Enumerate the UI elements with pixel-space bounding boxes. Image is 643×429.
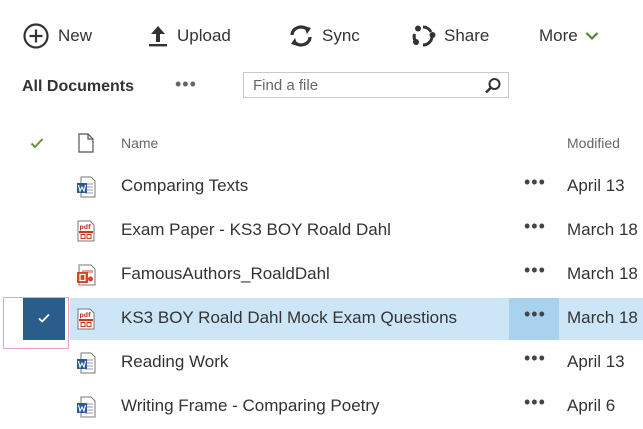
sync-button[interactable]: Sync — [288, 22, 360, 50]
table-row[interactable]: Reading Work ••• April 13 — [0, 341, 643, 385]
chevron-down-icon — [585, 31, 599, 41]
upload-label: Upload — [177, 26, 231, 45]
modified-date: April 13 — [567, 176, 625, 195]
file-name-link[interactable]: Exam Paper - KS3 BOY Roald Dahl — [121, 220, 391, 240]
word-icon — [76, 352, 96, 374]
modified-date: March 18 — [567, 220, 638, 239]
more-label: More — [539, 26, 578, 45]
select-all-check-icon[interactable] — [30, 136, 44, 154]
column-header-modified[interactable]: Modified — [567, 135, 620, 151]
row-more-options[interactable]: ••• — [524, 260, 546, 281]
powerpoint-icon — [76, 264, 96, 286]
upload-arrow-icon — [147, 24, 169, 48]
file-name-link[interactable]: Reading Work — [121, 352, 228, 372]
row-more-options[interactable]: ••• — [524, 348, 546, 369]
word-icon — [76, 176, 96, 198]
file-name-link[interactable]: Writing Frame - Comparing Poetry — [121, 396, 380, 416]
table-row[interactable]: FamousAuthors_RoaldDahl ••• March 18 — [0, 253, 643, 297]
file-name-link[interactable]: Comparing Texts — [121, 176, 248, 196]
checkmark-icon — [38, 310, 50, 328]
column-header-row: Name Modified — [0, 128, 643, 160]
pdf-icon: pdf — [76, 220, 96, 242]
search-icon[interactable] — [484, 77, 502, 100]
find-file-search-box — [243, 72, 509, 98]
view-selector-all-documents[interactable]: All Documents — [22, 78, 134, 96]
find-file-input[interactable] — [244, 73, 483, 97]
view-bar: All Documents ••• — [0, 72, 643, 104]
document-type-header-icon[interactable] — [78, 133, 94, 158]
upload-button[interactable]: Upload — [147, 22, 231, 50]
sync-label: Sync — [322, 26, 360, 45]
row-more-options[interactable]: ••• — [524, 392, 546, 413]
modified-date: March 18 — [567, 264, 638, 283]
sync-icon — [288, 24, 314, 48]
modified-date: April 6 — [567, 396, 616, 415]
row-more-options[interactable]: ••• — [524, 304, 546, 325]
svg-text:pdf: pdf — [80, 224, 92, 231]
table-row-selected[interactable]: pdf KS3 BOY Roald Dahl Mock Exam Questio… — [0, 297, 643, 349]
word-icon — [76, 396, 96, 418]
table-row[interactable]: Writing Frame - Comparing Poetry ••• Apr… — [0, 385, 643, 429]
new-button[interactable]: New — [22, 22, 92, 50]
file-name-link[interactable]: KS3 BOY Roald Dahl Mock Exam Questions — [121, 308, 457, 328]
file-name-link[interactable]: FamousAuthors_RoaldDahl — [121, 264, 330, 284]
share-label: Share — [444, 26, 490, 45]
plus-circle-icon — [22, 22, 50, 50]
table-row[interactable]: pdf Exam Paper - KS3 BOY Roald Dahl ••• … — [0, 209, 643, 253]
modified-date: March 18 — [567, 308, 638, 327]
new-label: New — [58, 26, 93, 45]
share-icon — [410, 23, 436, 49]
table-row[interactable]: Comparing Texts ••• April 13 — [0, 165, 643, 209]
column-header-name[interactable]: Name — [121, 135, 158, 151]
share-button[interactable]: Share — [410, 22, 489, 50]
modified-date: April 13 — [567, 352, 625, 371]
row-more-options[interactable]: ••• — [524, 216, 546, 237]
command-bar: New Upload Sync Share More — [0, 0, 643, 70]
row-more-options[interactable]: ••• — [524, 172, 546, 193]
row-select-checkbox[interactable] — [23, 298, 65, 340]
more-menu-button[interactable]: More — [539, 22, 599, 50]
view-options-ellipsis[interactable]: ••• — [175, 74, 197, 95]
svg-text:pdf: pdf — [80, 312, 92, 319]
pdf-icon: pdf — [76, 308, 96, 330]
